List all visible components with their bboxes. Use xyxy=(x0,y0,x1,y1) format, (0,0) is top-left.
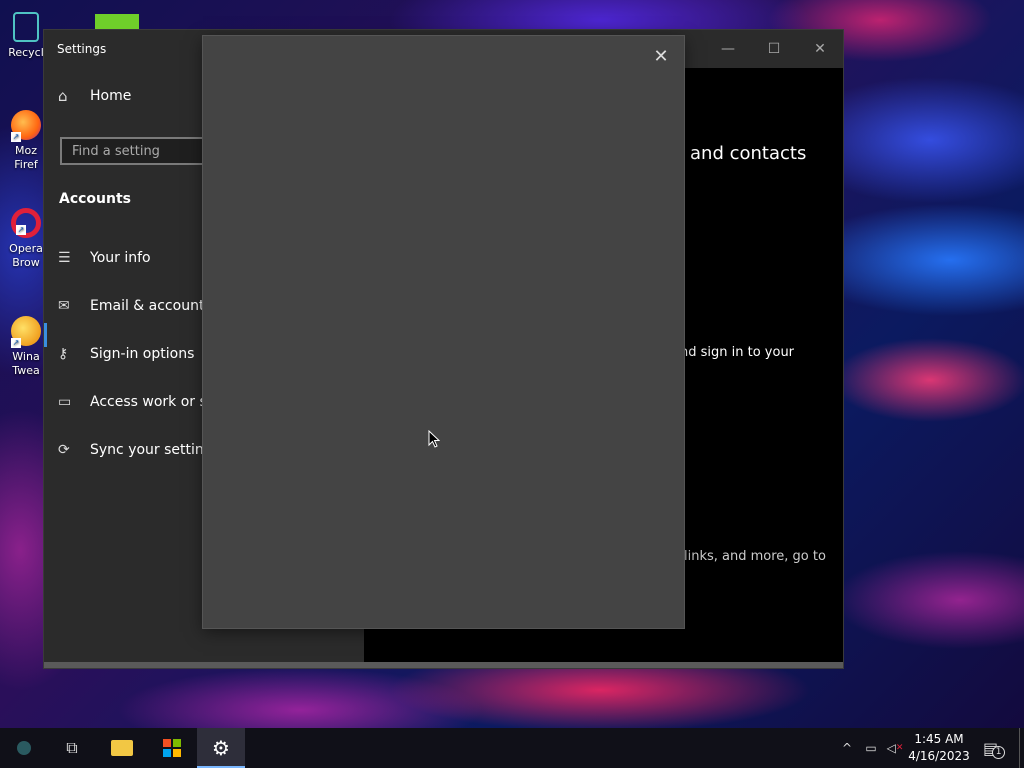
desktop-icon-winaero[interactable]: ↗ Wina Twea xyxy=(4,316,48,378)
clock-time: 1:45 AM xyxy=(914,732,964,746)
taskbar-file-explorer[interactable] xyxy=(98,728,146,768)
desktop-icon-firefox[interactable]: ↗ Moz Firef xyxy=(4,110,48,172)
search-placeholder: Find a setting xyxy=(72,144,160,159)
sidebar-item-label: Sync your settings xyxy=(90,442,220,458)
taskbar: ⧉ ⚙ ^ ▭ ◁ ✕ 1:45 AM 4/16/2023 ▤ 1 xyxy=(0,728,1024,768)
key-icon: ⚷ xyxy=(58,346,69,362)
action-center-button[interactable]: ▤ 1 xyxy=(980,728,1008,768)
home-label: Home xyxy=(90,88,132,104)
window-bottom-border xyxy=(44,662,843,668)
desktop-icon-label: Recycl xyxy=(8,46,44,59)
show-desktop-button[interactable] xyxy=(1019,728,1020,768)
volume-muted-icon[interactable]: ◁ ✕ xyxy=(884,728,906,768)
sidebar-item-label: Sign-in options xyxy=(90,346,195,362)
sidebar-item-label: Email & accounts xyxy=(90,298,212,314)
section-heading: Accounts xyxy=(59,191,132,207)
home-icon: ⌂ xyxy=(58,87,68,105)
shortcut-arrow-icon: ↗ xyxy=(11,338,21,348)
clock[interactable]: 1:45 AM 4/16/2023 xyxy=(906,731,972,765)
firefox-icon: ↗ xyxy=(11,110,41,142)
recycle-bin-icon xyxy=(13,12,39,42)
maximize-button[interactable]: ☐ xyxy=(763,39,785,59)
desktop-icon-label: Opera Brow xyxy=(9,242,43,269)
desktop-icon-label: Wina Twea xyxy=(12,350,40,377)
minimize-button[interactable]: — xyxy=(717,39,739,59)
network-icon[interactable]: ▭ xyxy=(860,728,882,768)
show-hidden-icons-button[interactable]: ^ xyxy=(838,728,856,768)
start-button[interactable] xyxy=(0,728,48,768)
close-window-button[interactable]: ✕ xyxy=(809,39,831,59)
modal-dialog: ✕ xyxy=(203,36,684,628)
sync-icon: ⟳ xyxy=(58,442,70,458)
notification-count: 1 xyxy=(992,745,1006,759)
mail-icon: ✉ xyxy=(58,298,70,314)
selected-indicator xyxy=(44,323,47,347)
shortcut-arrow-icon: ↗ xyxy=(16,225,26,235)
store-icon xyxy=(163,739,181,757)
task-view-icon: ⧉ xyxy=(66,738,78,757)
taskbar-store[interactable] xyxy=(148,728,196,768)
opera-icon: ↗ xyxy=(11,208,41,238)
window-title: Settings xyxy=(57,42,107,56)
desktop-icon-label: Moz Firef xyxy=(14,144,38,171)
content-heading: and contacts xyxy=(690,143,807,164)
content-link-text[interactable]: links, and more, go to xyxy=(684,549,826,564)
taskbar-settings[interactable]: ⚙ xyxy=(197,728,245,768)
gear-icon: ⚙ xyxy=(212,736,230,760)
task-view-button[interactable]: ⧉ xyxy=(48,728,96,768)
clock-date: 4/16/2023 xyxy=(908,749,970,763)
sidebar-item-label: Your info xyxy=(90,250,151,266)
close-icon[interactable]: ✕ xyxy=(650,46,672,68)
desktop-icon-opera[interactable]: ↗ Opera Brow xyxy=(4,208,48,270)
mouse-cursor-icon xyxy=(428,430,440,448)
chevron-up-icon: ^ xyxy=(841,741,853,755)
briefcase-icon: ▭ xyxy=(58,394,72,410)
shortcut-arrow-icon: ↗ xyxy=(11,132,21,142)
desktop-icon-recycle-bin[interactable]: Recycl xyxy=(4,12,48,60)
start-icon xyxy=(17,741,31,755)
person-card-icon: ☰ xyxy=(58,250,71,266)
winaero-tweaker-icon: ↗ xyxy=(11,316,41,348)
folder-icon xyxy=(111,740,133,756)
content-text: nd sign in to your xyxy=(680,345,795,360)
